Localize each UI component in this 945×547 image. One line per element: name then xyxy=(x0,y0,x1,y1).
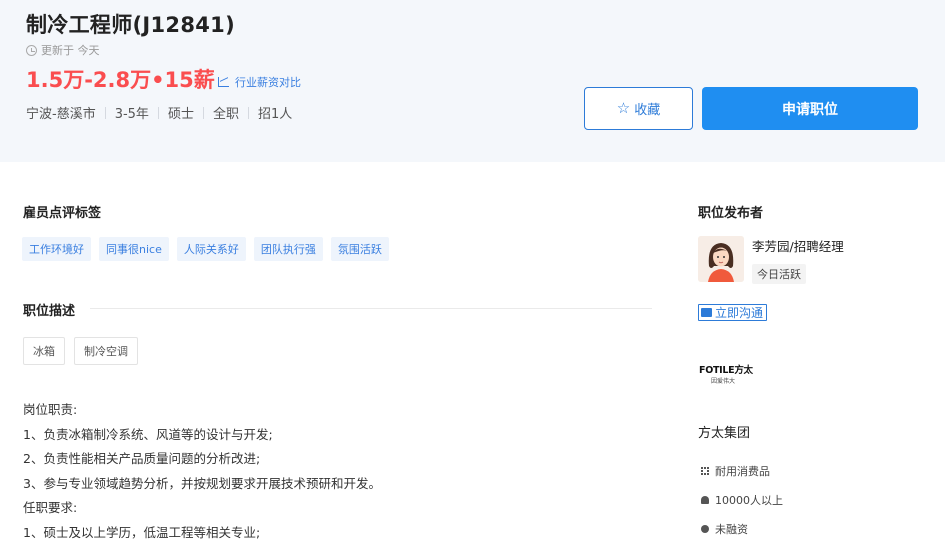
description-line: 任职要求: xyxy=(23,500,78,515)
job-meta: 宁波-慈溪市 3-5年 硕士 全职 招1人 xyxy=(26,103,292,122)
size-text: 10000人以上 xyxy=(715,494,783,507)
meta-type: 全职 xyxy=(212,107,239,122)
meta-headcount: 招1人 xyxy=(257,107,293,122)
employee-tag: 人际关系好 xyxy=(176,237,246,261)
meta-education: 硕士 xyxy=(167,107,194,122)
avatar[interactable] xyxy=(698,236,744,282)
favorite-label: 收藏 xyxy=(634,103,661,118)
employee-tag: 团队执行强 xyxy=(253,237,323,261)
financing-text: 未融资 xyxy=(715,523,748,536)
meta-location: 宁波-慈溪市 xyxy=(26,107,96,122)
job-description: 岗位职责: 1、负责冰箱制冷系统、风道等的设计与开发; 2、负责性能相关产品质量… xyxy=(23,398,381,545)
favorite-button[interactable]: ☆ 收藏 xyxy=(584,87,693,130)
employee-tags: 工作环境好 同事很nice 人际关系好 团队执行强 氛围活跃 xyxy=(22,237,389,261)
update-text: 更新于 今天 xyxy=(41,44,100,57)
keyword-tags: 冰箱 制冷空调 xyxy=(23,337,138,365)
description-line: 岗位职责: xyxy=(23,402,78,417)
publisher-title: 职位发布者 xyxy=(698,206,764,221)
description-line: 1、硕士及以上学历，低温工程等相关专业; xyxy=(23,524,261,540)
apply-button[interactable]: 申请职位 xyxy=(702,87,918,130)
chat-label: 立即沟通 xyxy=(715,306,764,320)
employee-tags-title: 雇员点评标签 xyxy=(23,206,102,221)
employee-tag: 同事很nice xyxy=(99,237,169,261)
section-divider xyxy=(90,308,652,309)
company-size: 10000人以上 xyxy=(701,492,783,508)
description-line: 3、参与专业领域趋势分析，并按规划要求开展技术预研和开发。 xyxy=(23,475,381,491)
job-header: 制冷工程师(J12841) 更新于 今天 1.5万-2.8万•15薪 行业薪资对… xyxy=(0,0,945,162)
money-icon xyxy=(701,525,709,533)
description-title: 职位描述 xyxy=(23,304,76,319)
avatar-illustration xyxy=(698,236,744,282)
user-icon xyxy=(701,496,709,504)
company-name[interactable]: 方太集团 xyxy=(698,422,750,441)
clock-icon xyxy=(26,44,37,56)
employee-tag: 氛围活跃 xyxy=(330,237,389,261)
employee-tag: 工作环境好 xyxy=(22,237,91,261)
logo-text: FOTILE方太 xyxy=(699,365,753,376)
industry-text: 耐用消费品 xyxy=(715,465,770,478)
meta-separator xyxy=(104,106,106,119)
keyword-tag: 制冷空调 xyxy=(74,337,138,365)
meta-separator xyxy=(202,106,204,119)
meta-experience: 3-5年 xyxy=(114,107,149,122)
update-time: 更新于 今天 xyxy=(26,42,100,58)
publisher-name: 李芳园/招聘经理 xyxy=(752,239,844,254)
description-line: 2、负责性能相关产品质量问题的分析改进; xyxy=(23,451,261,466)
publisher-status: 今日活跃 xyxy=(752,264,806,284)
company-industry: 耐用消费品 xyxy=(701,463,770,479)
salary-compare-link[interactable]: 行业薪资对比 xyxy=(218,74,301,90)
chart-icon xyxy=(218,77,229,87)
company-logo[interactable]: FOTILE方太 因爱伟大 xyxy=(699,362,769,385)
meta-separator xyxy=(157,106,159,119)
grid-icon xyxy=(701,467,709,475)
chat-button[interactable]: 立即沟通 xyxy=(698,304,768,321)
chat-icon xyxy=(701,308,712,317)
job-title: 制冷工程师(J12841) xyxy=(26,13,235,37)
star-icon: ☆ xyxy=(616,99,631,117)
logo-subtext: 因爱伟大 xyxy=(711,378,736,385)
description-line: 1、负责冰箱制冷系统、风道等的设计与开发; xyxy=(23,426,273,442)
keyword-tag: 冰箱 xyxy=(23,337,65,365)
salary: 1.5万-2.8万•15薪 xyxy=(26,68,215,92)
company-financing: 未融资 xyxy=(701,521,748,537)
salary-compare-label: 行业薪资对比 xyxy=(235,76,301,89)
meta-separator xyxy=(247,106,249,119)
